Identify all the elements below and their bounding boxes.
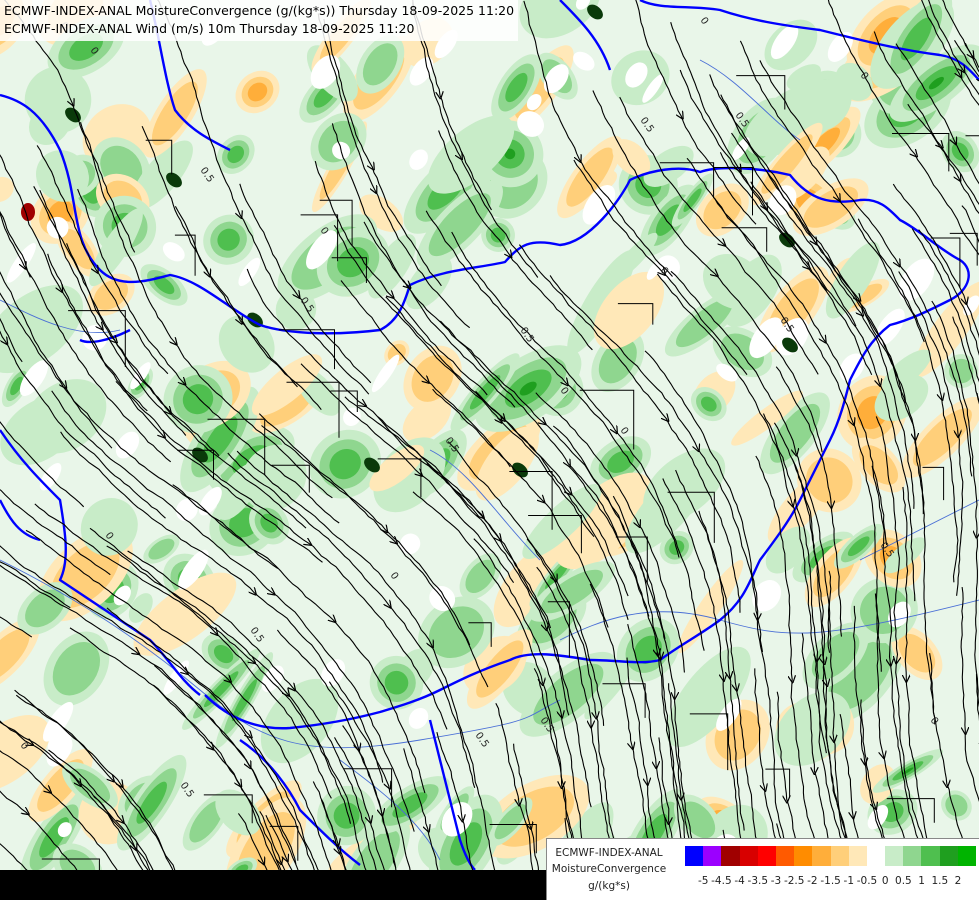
legend-swatch [812,846,831,866]
legend-tick-label: -1 [843,875,855,887]
legend-tick-label: -5 [697,875,709,887]
legend-tick-label: -1.5 [820,875,841,887]
map-canvas: 00.500.500.500.500.500.500.500.500.500.5… [0,0,979,900]
weather-map: 00.500.500.500.500.500.500.500.500.500.5… [0,0,979,900]
moisture-convergence-field [0,0,979,900]
legend-tick-label: -3.5 [747,875,769,887]
legend-tick-label: -4.5 [711,875,732,887]
legend-tick-label: -3 [770,875,782,887]
color-legend: ECMWF-INDEX-ANAL MoistureConvergence g/(… [546,838,979,900]
legend-title-unit: g/(kg*s) [588,880,630,892]
legend-swatch [703,846,722,866]
legend-title-variable: MoistureConvergence [551,863,667,875]
legend-tick-label: -0.5 [856,875,878,887]
legend-tick-label: -2 [807,875,818,887]
legend-swatch [721,846,740,866]
legend-swatch [794,846,813,866]
legend-tick-label: 0 [881,875,889,887]
legend-tick-label: 1 [918,875,925,887]
legend-swatch [957,846,976,866]
legend-tick-label: -4 [734,875,745,887]
legend-tick-label: 0.5 [895,875,912,887]
title-moisture-convergence: ECMWF-INDEX-ANAL MoistureConvergence (g/… [4,3,515,18]
title-wind: ECMWF-INDEX-ANAL Wind (m/s) 10m Thursday… [4,21,415,36]
legend-swatch [903,846,922,866]
legend-swatch [757,846,776,866]
legend-tick-label: 2 [954,875,962,887]
legend-swatch [685,846,704,866]
legend-tick-label: -2.5 [783,875,805,887]
legend-swatch [921,846,940,866]
legend-color-scale [685,846,976,866]
legend-swatch [885,846,904,866]
legend-swatch [939,846,958,866]
legend-swatch [866,846,886,866]
legend-swatch [830,846,849,866]
legend-swatch [739,846,758,866]
legend-tick-label: 1.5 [931,875,949,887]
legend-swatch [775,846,795,866]
map-title: ECMWF-INDEX-ANAL MoistureConvergence (g/… [0,0,519,41]
legend-swatch [848,846,867,866]
legend-title-source: ECMWF-INDEX-ANAL [555,847,663,859]
legend-tick-labels: -5 -4.5 -4 -3.5 -3 -2.5 -2 -1.5 -1 -0.5 0 0.5 1 1.5 2 [685,875,979,889]
